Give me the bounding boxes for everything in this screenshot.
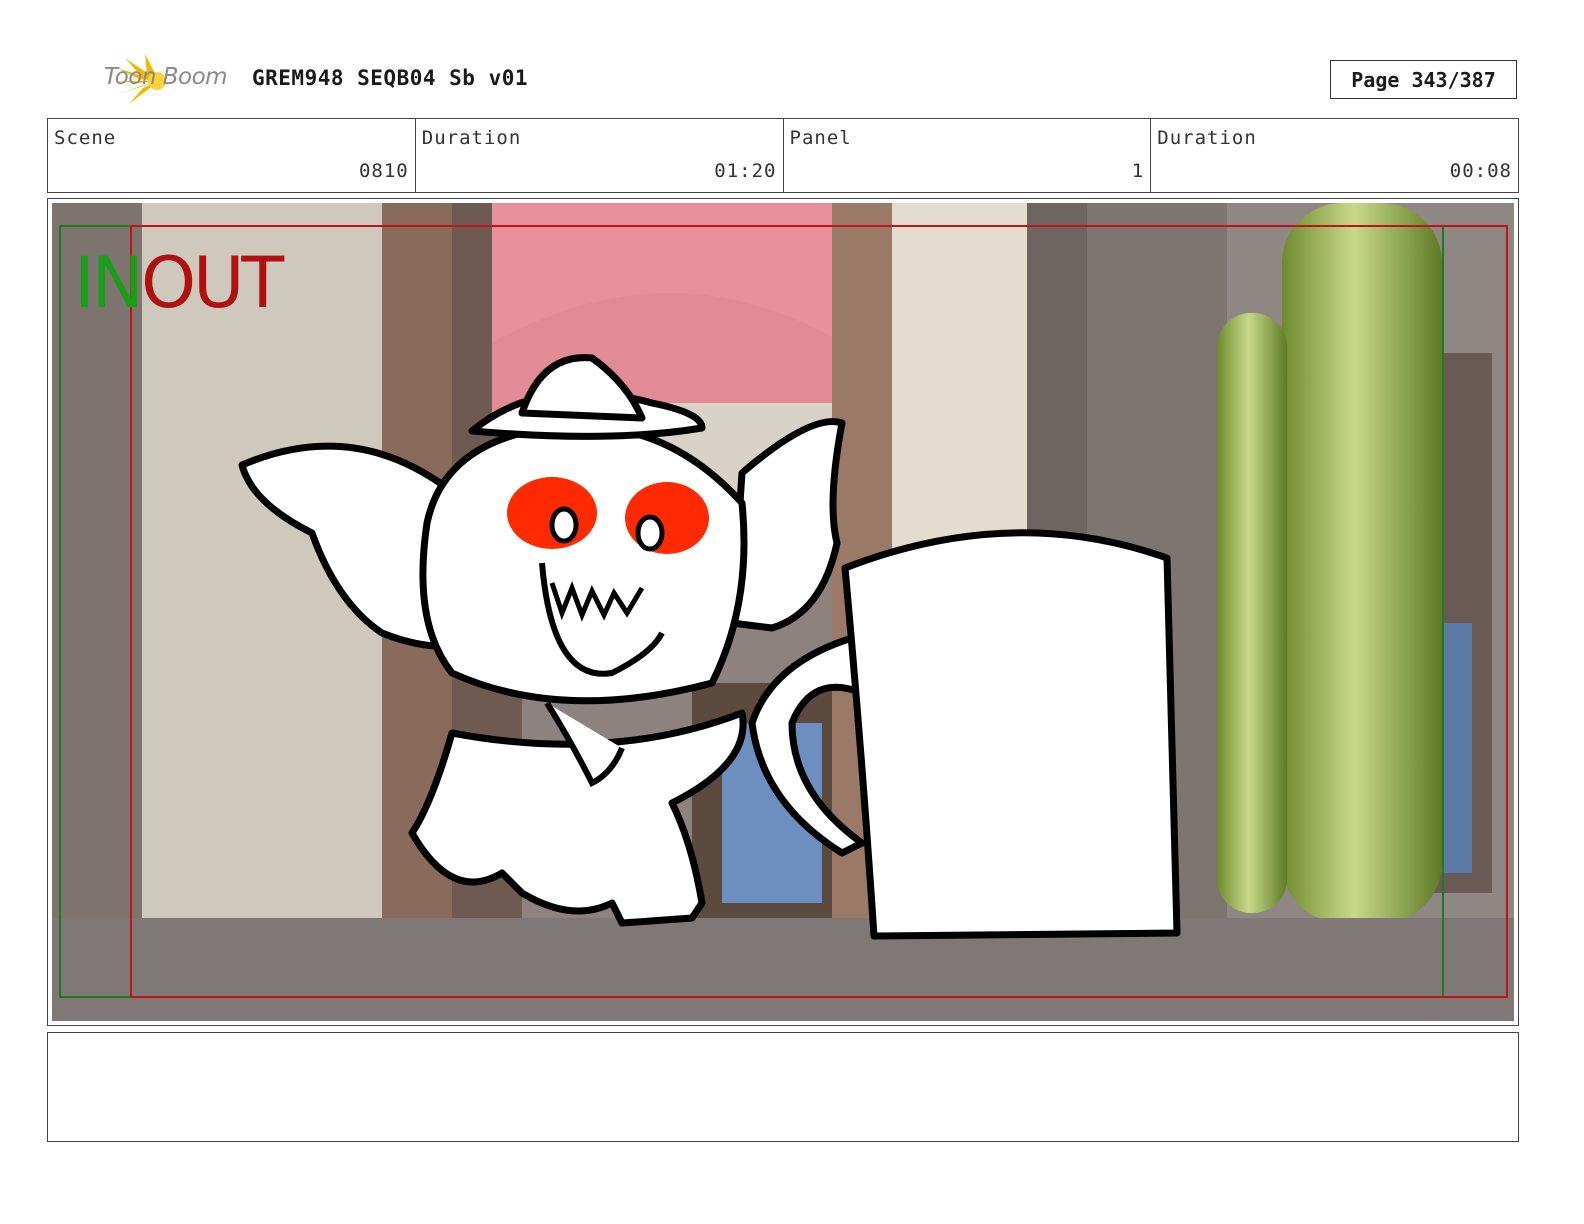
scene-duration-label: Duration: [421, 127, 522, 149]
in-out-marker: INOUT: [74, 248, 284, 318]
page-indicator: Page 343/387: [1330, 60, 1517, 99]
info-row: Scene 0810 Duration 01:20 Panel 1 Durati…: [47, 118, 1519, 193]
out-label: OUT: [141, 242, 284, 324]
panel-label: Panel: [789, 127, 852, 149]
scene-duration-cell: Duration 01:20: [416, 119, 784, 192]
panel-duration-cell: Duration 00:08: [1151, 119, 1518, 192]
scene-duration-value: 01:20: [714, 160, 777, 182]
logo-text: Toon Boom: [104, 64, 228, 90]
in-label: IN: [74, 242, 144, 324]
scene-value: 0810: [358, 160, 409, 182]
scene-label: Scene: [54, 127, 117, 149]
panel-cell: Panel 1: [784, 119, 1152, 192]
panel-duration-label: Duration: [1157, 127, 1257, 149]
panel-value: 1: [1131, 160, 1145, 182]
scene-cell: Scene 0810: [48, 119, 416, 192]
panel-duration-value: 00:08: [1449, 160, 1512, 182]
document-title: GREM948 SEQB04 Sb v01: [252, 66, 529, 90]
notes-box: [47, 1032, 1519, 1142]
storyboard-panel-image: [52, 203, 1514, 1021]
